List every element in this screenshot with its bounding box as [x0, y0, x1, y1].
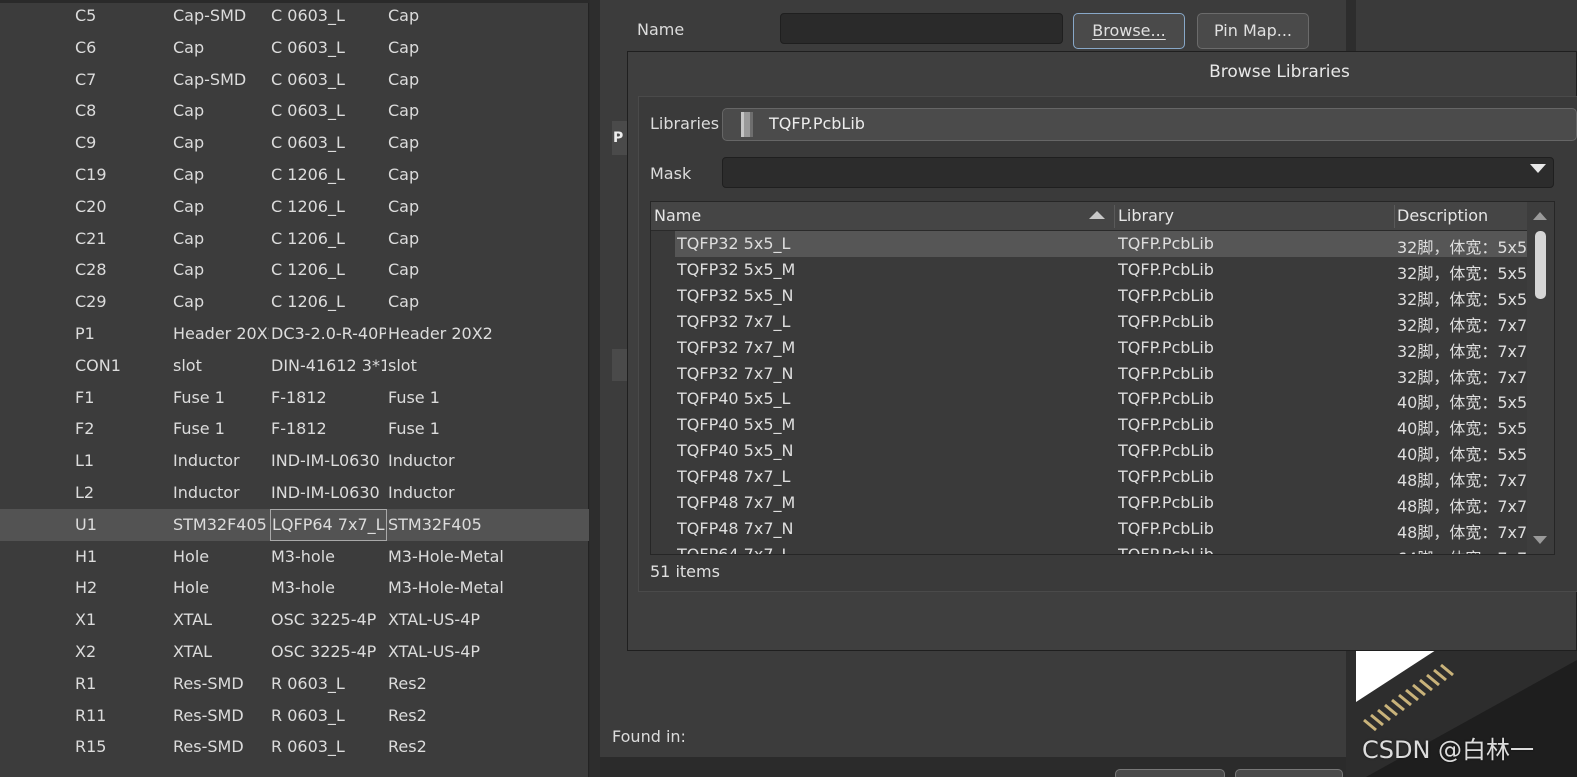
- cell-footprint[interactable]: OSC 3225-4P: [271, 610, 386, 629]
- list-cell-name: TQFP40 5x5_L: [677, 389, 791, 409]
- list-item[interactable]: TQFP32 5x5_M TQFP.PcbLib 32脚，体宽：5x5: [675, 257, 1527, 283]
- cell-designator[interactable]: H2: [75, 578, 170, 597]
- table-row[interactable]: R11 Res-SMD R 0603_L Res2: [0, 700, 589, 732]
- cell-comment[interactable]: Res-SMD: [173, 674, 269, 693]
- found-in-label: Found in:: [612, 727, 686, 746]
- list-item[interactable]: TQFP40 5x5_L TQFP.PcbLib 40脚，体宽：5x5: [675, 386, 1527, 412]
- cell-footprint[interactable]: M3-hole: [271, 578, 386, 597]
- list-cell-name: TQFP40 5x5_M: [677, 415, 796, 435]
- list-cell-name: TQFP32 5x5_N: [677, 285, 794, 305]
- list-cell-name: TQFP32 5x5_M: [677, 259, 796, 279]
- list-cell-name: TQFP64 7x7_L: [677, 545, 1107, 554]
- list-item[interactable]: TQFP64 7x7_L TQFP.PcbLib 64脚，体宽：7x7: [675, 542, 1527, 554]
- cell-footprint[interactable]: R 0603_L: [271, 706, 386, 725]
- list-cell-name: TQFP40 5x5_N: [677, 441, 794, 461]
- cell-lib-ref[interactable]: Res2: [388, 674, 568, 693]
- cell-lib-ref[interactable]: M3-Hole-Metal: [388, 578, 568, 597]
- cell-comment[interactable]: XTAL: [173, 642, 269, 661]
- list-cell-description: 32脚，体宽：7x7: [1397, 367, 1527, 387]
- list-item[interactable]: TQFP32 5x5_L TQFP.PcbLib 32脚，体宽：5x5: [675, 231, 1527, 257]
- cell-designator[interactable]: X2: [75, 642, 170, 661]
- cell-comment[interactable]: Res-SMD: [173, 706, 269, 725]
- table-row[interactable]: R15 Res-SMD R 0603_L Res2: [0, 731, 589, 763]
- list-cell-library: TQFP.PcbLib: [1118, 545, 1388, 554]
- list-item[interactable]: TQFP32 7x7_M TQFP.PcbLib 32脚，体宽：7x7: [675, 335, 1527, 361]
- cell-lib-ref[interactable]: Res2: [388, 706, 568, 725]
- list-cell-description: 40脚，体宽：5x5: [1397, 393, 1527, 413]
- list-cell-name: TQFP48 7x7_N: [677, 518, 794, 538]
- cell-comment[interactable]: Hole: [173, 578, 269, 597]
- list-item[interactable]: TQFP32 7x7_L TQFP.PcbLib 32脚，体宽：7x7: [675, 309, 1527, 335]
- cell-comment[interactable]: Res-SMD: [173, 737, 269, 756]
- cell-designator[interactable]: R15: [75, 737, 170, 756]
- items-count: 51 items: [650, 562, 720, 581]
- list-cell-description: 32脚，体宽：7x7: [1397, 341, 1527, 361]
- list-item[interactable]: TQFP32 5x5_N TQFP.PcbLib 32脚，体宽：5x5: [675, 283, 1527, 309]
- list-cell-description: 40脚，体宽：5x5: [1397, 419, 1527, 439]
- list-cell-description: 48脚，体宽：7x7: [1397, 497, 1527, 516]
- list-cell-description: 48脚，体宽：7x7: [1397, 522, 1527, 542]
- list-cell-name: TQFP32 5x5_L: [677, 234, 791, 253]
- watermark: CSDN @白林一: [1362, 736, 1535, 764]
- cell-designator[interactable]: X1: [75, 610, 170, 629]
- cell-lib-ref[interactable]: XTAL-US-4P: [388, 610, 568, 629]
- list-cell-library: TQFP.PcbLib: [1118, 441, 1214, 461]
- table-row[interactable]: X2 XTAL OSC 3225-4P XTAL-US-4P: [0, 636, 589, 668]
- scroll-down-icon[interactable]: [1533, 536, 1547, 544]
- scrollbar-thumb[interactable]: [1535, 231, 1546, 299]
- cell-lib-ref[interactable]: XTAL-US-4P: [388, 642, 568, 661]
- list-item[interactable]: TQFP48 7x7_N TQFP.PcbLib 48脚，体宽：7x7: [675, 516, 1527, 542]
- list-item[interactable]: TQFP48 7x7_L TQFP.PcbLib 48脚，体宽：7x7: [675, 464, 1527, 490]
- scroll-up-icon[interactable]: [1533, 212, 1547, 220]
- list-cell-description: 48脚，体宽：7x7: [1397, 471, 1527, 491]
- cell-footprint[interactable]: R 0603_L: [271, 737, 386, 756]
- ok-button[interactable]: [1115, 769, 1225, 777]
- cell-designator[interactable]: R11: [75, 706, 170, 725]
- cell-comment[interactable]: XTAL: [173, 610, 269, 629]
- list-cell-name: TQFP48 7x7_M: [677, 493, 796, 512]
- list-cell-library: TQFP.PcbLib: [1118, 311, 1214, 331]
- list-cell-library: TQFP.PcbLib: [1118, 389, 1214, 409]
- cell-designator[interactable]: R1: [75, 674, 170, 693]
- list-cell-name: TQFP32 7x7_N: [677, 363, 794, 383]
- list-item[interactable]: TQFP48 7x7_M TQFP.PcbLib 48脚，体宽：7x7: [675, 490, 1527, 516]
- list-cell-description: 32脚，体宽：5x5: [1397, 238, 1527, 257]
- list-cell-description: 32脚，体宽：5x5: [1397, 263, 1527, 283]
- list-cell-library: TQFP.PcbLib: [1118, 259, 1214, 279]
- list-cell-description: 32脚，体宽：7x7: [1397, 315, 1527, 335]
- list-cell-description: 32脚，体宽：5x5: [1397, 289, 1527, 309]
- table-row[interactable]: R1 Res-SMD R 0603_L Res2: [0, 668, 589, 700]
- list-cell-name: TQFP32 7x7_L: [677, 311, 791, 331]
- list-item[interactable]: TQFP32 7x7_N TQFP.PcbLib 32脚，体宽：7x7: [675, 361, 1527, 387]
- cell-footprint[interactable]: OSC 3225-4P: [271, 642, 386, 661]
- list-cell-name: TQFP48 7x7_L: [677, 467, 791, 487]
- list-cell-name: TQFP32 7x7_M: [677, 337, 796, 357]
- cell-lib-ref[interactable]: Res2: [388, 737, 568, 756]
- list-cell-library: TQFP.PcbLib: [1118, 337, 1214, 357]
- footprint-list-rows: TQFP32 5x5_L TQFP.PcbLib 32脚，体宽：5x5 TQFP32 …: [0, 0, 1577, 554]
- cancel-button[interactable]: [1235, 769, 1343, 777]
- list-cell-library: TQFP.PcbLib: [1118, 518, 1214, 538]
- list-cell-library: TQFP.PcbLib: [1118, 363, 1214, 383]
- table-row[interactable]: H2 Hole M3-hole M3-Hole-Metal: [0, 572, 589, 604]
- list-cell-library: TQFP.PcbLib: [1118, 415, 1214, 435]
- list-cell-description: 64脚，体宽：7x7: [1397, 545, 1527, 554]
- list-cell-library: TQFP.PcbLib: [1118, 285, 1214, 305]
- list-cell-description: 40脚，体宽：5x5: [1397, 445, 1527, 465]
- list-item[interactable]: TQFP40 5x5_M TQFP.PcbLib 40脚，体宽：5x5: [675, 412, 1527, 438]
- list-cell-library: TQFP.PcbLib: [1118, 234, 1214, 253]
- list-cell-library: TQFP.PcbLib: [1118, 493, 1214, 512]
- list-cell-library: TQFP.PcbLib: [1118, 467, 1214, 487]
- table-row[interactable]: X1 XTAL OSC 3225-4P XTAL-US-4P: [0, 604, 589, 636]
- cell-footprint[interactable]: R 0603_L: [271, 674, 386, 693]
- list-item[interactable]: TQFP40 5x5_N TQFP.PcbLib 40脚，体宽：5x5: [675, 438, 1527, 464]
